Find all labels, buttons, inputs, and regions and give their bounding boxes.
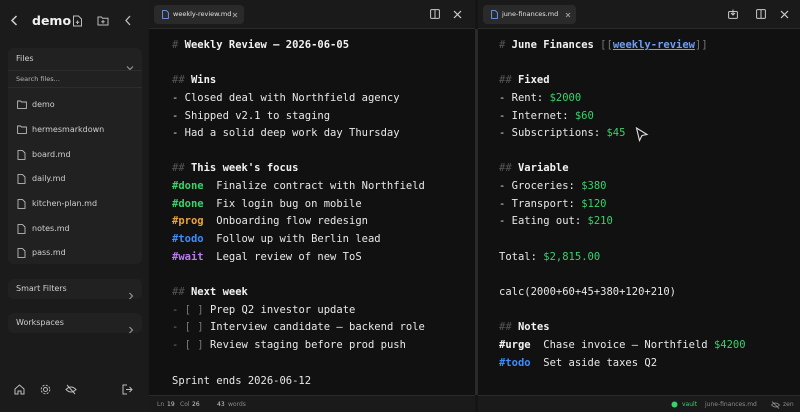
close-tab-icon <box>232 12 238 18</box>
mouse-cursor-icon <box>635 127 649 142</box>
tagged-line[interactable]: #wait Legal review of new ToS <box>172 250 362 264</box>
vault-label: vault <box>682 401 698 408</box>
workspaces-label: Workspaces <box>16 318 64 327</box>
list-line[interactable]: - Rent: $2000 <box>499 91 581 105</box>
file-tree-label: hermesmarkdown <box>32 125 105 134</box>
new-file-icon[interactable] <box>72 15 83 27</box>
tab-label: june-finances.md <box>502 10 559 18</box>
list-line[interactable]: - Had a solid deep work day Thursday <box>172 126 400 140</box>
vault-title: demo <box>32 13 72 28</box>
split-view-icon[interactable] <box>756 9 766 19</box>
words-label: words <box>228 401 246 408</box>
status-bar-right: vault june-finances.md zen <box>478 395 800 412</box>
checkbox-line[interactable]: - [ ] Interview candidate — backend role <box>172 320 425 334</box>
line-label: Ln <box>157 401 165 408</box>
file-icon <box>162 10 169 19</box>
tagged-line[interactable]: #todo Set aside taxes Q2 <box>499 356 657 370</box>
tab-label: weekly-review.md <box>173 10 232 18</box>
tab-bar: weekly-review.md <box>149 0 475 29</box>
file-icon <box>491 10 498 19</box>
tagged-line[interactable]: #done Fix login bug on mobile <box>172 197 362 211</box>
file-tree-label: board.md <box>32 150 71 159</box>
tab-weekly-review[interactable]: weekly-review.md <box>154 5 244 24</box>
file-tree-label: demo <box>32 100 55 109</box>
calc-line[interactable]: calc(2000+60+45+380+120+210) <box>499 285 676 299</box>
files-header[interactable]: Files <box>16 54 34 63</box>
settings-gear-icon[interactable] <box>40 384 51 395</box>
heading-line[interactable]: # June Finances [[weekly-review]] <box>499 38 708 52</box>
tab-bar: june-finances.md <box>478 0 800 29</box>
editor-pane-right: june-finances.md # June Finances [[weekl… <box>478 0 800 412</box>
export-icon[interactable] <box>728 9 738 19</box>
heading-line[interactable]: ## Next week <box>172 285 248 299</box>
heading-line[interactable]: ## Variable <box>499 161 569 175</box>
close-pane-icon[interactable] <box>453 10 462 19</box>
list-line[interactable]: - Transport: $120 <box>499 197 606 211</box>
sidebar: demo Files Search files... demo hermesma… <box>0 0 149 412</box>
chevron-right-icon <box>128 319 134 338</box>
col-number: 26 <box>192 401 200 408</box>
workspaces-panel[interactable]: Workspaces <box>8 313 142 334</box>
list-line[interactable]: - Subscriptions: $45 <box>499 126 625 140</box>
search-placeholder: Search files... <box>16 75 60 83</box>
heading-line[interactable]: # Weekly Review — 2026-06-05 <box>172 38 349 52</box>
logout-icon[interactable] <box>122 384 133 395</box>
search-input[interactable]: Search files... <box>8 70 142 88</box>
editor-pane-left: weekly-review.md # Weekly Review — 2026-… <box>149 0 475 412</box>
tagged-line[interactable]: #prog Onboarding flow redesign <box>172 214 368 228</box>
total-line[interactable]: Total: $2,815.00 <box>499 250 600 264</box>
heading-line[interactable]: ## Notes <box>499 320 550 334</box>
folder-icon <box>17 125 27 134</box>
chevron-right-icon <box>128 285 134 304</box>
eye-off-icon[interactable] <box>771 401 780 409</box>
tagged-line[interactable]: #done Finalize contract with Northfield <box>172 179 425 193</box>
word-count: 43 <box>217 401 225 408</box>
eye-off-icon[interactable] <box>65 384 77 395</box>
file-icon <box>17 174 26 184</box>
list-line[interactable]: - Shipped v2.1 to staging <box>172 109 330 123</box>
list-line[interactable]: - Eating out: $210 <box>499 214 613 228</box>
list-line[interactable]: - Closed deal with Northfield agency <box>172 91 400 105</box>
home-icon[interactable] <box>14 384 25 395</box>
collapse-sidebar-icon[interactable] <box>124 15 132 26</box>
new-folder-icon[interactable] <box>97 15 109 26</box>
close-pane-icon[interactable] <box>780 10 789 19</box>
vault-status-icon <box>671 401 678 408</box>
tab-june-finances[interactable]: june-finances.md <box>483 5 576 24</box>
checkbox-line[interactable]: - [ ] Review staging before prod push <box>172 338 406 352</box>
file-tree-label: pass.md <box>32 248 66 257</box>
close-tab-icon <box>565 12 571 18</box>
file-icon <box>17 150 26 160</box>
file-icon <box>17 224 26 234</box>
wiki-link[interactable]: weekly-review <box>613 39 695 51</box>
folder-icon <box>17 100 27 109</box>
text-line[interactable]: Sprint ends 2026-06-12 <box>172 374 311 388</box>
split-view-icon[interactable] <box>430 9 440 19</box>
current-file-label: june-finances.md <box>705 401 757 408</box>
file-icon <box>17 199 26 209</box>
back-icon[interactable] <box>10 15 19 26</box>
file-tree-label: kitchen-plan.md <box>32 199 98 208</box>
zen-mode-toggle[interactable]: zen <box>783 401 794 408</box>
heading-line[interactable]: ## Wins <box>172 73 216 87</box>
heading-line[interactable]: ## Fixed <box>499 73 550 87</box>
file-tree-label: daily.md <box>32 174 66 183</box>
list-line[interactable]: - Internet: $60 <box>499 109 594 123</box>
list-line[interactable]: - Groceries: $380 <box>499 179 606 193</box>
file-tree-label: notes.md <box>32 224 70 233</box>
line-number: 19 <box>167 401 175 408</box>
col-label: Col <box>180 401 190 408</box>
tagged-line[interactable]: #todo Follow up with Berlin lead <box>172 232 381 246</box>
smart-filters-label: Smart Filters <box>16 284 67 293</box>
checkbox-line[interactable]: - [ ] Prep Q2 investor update <box>172 303 355 317</box>
smart-filters-panel[interactable]: Smart Filters <box>8 279 142 300</box>
status-bar-left: Ln 19 Col 26 43 words <box>149 395 475 412</box>
file-icon <box>17 248 26 258</box>
heading-line[interactable]: ## This week's focus <box>172 161 298 175</box>
tagged-line[interactable]: #urge Chase invoice — Northfield $4200 <box>499 338 746 352</box>
